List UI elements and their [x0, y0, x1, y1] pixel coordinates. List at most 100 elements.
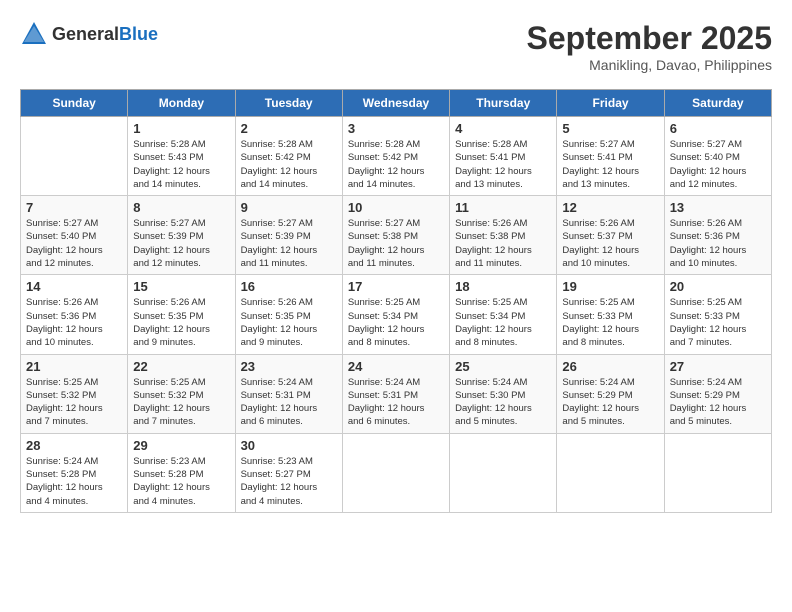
- logo: GeneralBlue: [20, 20, 158, 48]
- day-number: 12: [562, 200, 658, 215]
- day-info: Sunrise: 5:26 AM Sunset: 5:37 PM Dayligh…: [562, 217, 658, 270]
- day-info: Sunrise: 5:25 AM Sunset: 5:34 PM Dayligh…: [348, 296, 444, 349]
- day-info: Sunrise: 5:25 AM Sunset: 5:32 PM Dayligh…: [133, 376, 229, 429]
- day-number: 20: [670, 279, 766, 294]
- day-cell: 7 Sunrise: 5:27 AM Sunset: 5:40 PM Daylig…: [21, 196, 128, 275]
- day-number: 8: [133, 200, 229, 215]
- day-number: 5: [562, 121, 658, 136]
- day-number: 30: [241, 438, 337, 453]
- day-info: Sunrise: 5:28 AM Sunset: 5:41 PM Dayligh…: [455, 138, 551, 191]
- week-row-3: 14Sunrise: 5:26 AM Sunset: 5:36 PM Dayli…: [21, 275, 772, 354]
- header-cell-sunday: Sunday: [21, 90, 128, 117]
- day-cell: 1 Sunrise: 5:28 AM Sunset: 5:43 PM Daylig…: [128, 117, 235, 196]
- day-cell: 29 Sunrise: 5:23 AM Sunset: 5:28 PM Dayli…: [128, 433, 235, 512]
- day-info: Sunrise: 5:26 AM Sunset: 5:35 PM Dayligh…: [241, 296, 337, 349]
- day-info: Sunrise: 5:27 AM Sunset: 5:38 PM Dayligh…: [348, 217, 444, 270]
- day-number: 29: [133, 438, 229, 453]
- day-cell: 17 Sunrise: 5:25 AM Sunset: 5:34 PM Dayli…: [342, 275, 449, 354]
- day-number: 1: [133, 121, 229, 136]
- day-cell: 16 Sunrise: 5:26 AM Sunset: 5:35 PM Dayli…: [235, 275, 342, 354]
- week-row-5: 28Sunrise: 5:24 AM Sunset: 5:28 PM Dayli…: [21, 433, 772, 512]
- page-header: GeneralBlue September 2025 Manikling, Da…: [20, 20, 772, 73]
- month-year-title: September 2025: [527, 20, 772, 57]
- day-number: 28: [26, 438, 122, 453]
- location-subtitle: Manikling, Davao, Philippines: [527, 57, 772, 73]
- logo-text-general: General: [52, 24, 119, 44]
- week-row-2: 7 Sunrise: 5:27 AM Sunset: 5:40 PM Daylig…: [21, 196, 772, 275]
- logo-text-blue: Blue: [119, 24, 158, 44]
- day-cell: 5 Sunrise: 5:27 AM Sunset: 5:41 PM Daylig…: [557, 117, 664, 196]
- day-number: 23: [241, 359, 337, 374]
- day-number: 4: [455, 121, 551, 136]
- day-info: Sunrise: 5:27 AM Sunset: 5:40 PM Dayligh…: [26, 217, 122, 270]
- day-number: 3: [348, 121, 444, 136]
- calendar-header: SundayMondayTuesdayWednesdayThursdayFrid…: [21, 90, 772, 117]
- day-info: Sunrise: 5:26 AM Sunset: 5:36 PM Dayligh…: [670, 217, 766, 270]
- day-info: Sunrise: 5:24 AM Sunset: 5:31 PM Dayligh…: [241, 376, 337, 429]
- day-cell: 20 Sunrise: 5:25 AM Sunset: 5:33 PM Dayli…: [664, 275, 771, 354]
- day-info: Sunrise: 5:27 AM Sunset: 5:39 PM Dayligh…: [241, 217, 337, 270]
- day-info: Sunrise: 5:25 AM Sunset: 5:33 PM Dayligh…: [670, 296, 766, 349]
- day-cell: [557, 433, 664, 512]
- day-cell: [21, 117, 128, 196]
- day-number: 13: [670, 200, 766, 215]
- day-number: 16: [241, 279, 337, 294]
- header-cell-friday: Friday: [557, 90, 664, 117]
- day-number: 26: [562, 359, 658, 374]
- day-info: Sunrise: 5:25 AM Sunset: 5:32 PM Dayligh…: [26, 376, 122, 429]
- day-cell: 11Sunrise: 5:26 AM Sunset: 5:38 PM Dayli…: [450, 196, 557, 275]
- day-cell: 13 Sunrise: 5:26 AM Sunset: 5:36 PM Dayli…: [664, 196, 771, 275]
- day-info: Sunrise: 5:25 AM Sunset: 5:34 PM Dayligh…: [455, 296, 551, 349]
- day-cell: 6 Sunrise: 5:27 AM Sunset: 5:40 PM Daylig…: [664, 117, 771, 196]
- day-cell: 15Sunrise: 5:26 AM Sunset: 5:35 PM Dayli…: [128, 275, 235, 354]
- day-info: Sunrise: 5:24 AM Sunset: 5:29 PM Dayligh…: [562, 376, 658, 429]
- logo-icon: [20, 20, 48, 48]
- day-number: 17: [348, 279, 444, 294]
- day-cell: [450, 433, 557, 512]
- day-info: Sunrise: 5:23 AM Sunset: 5:27 PM Dayligh…: [241, 455, 337, 508]
- day-info: Sunrise: 5:28 AM Sunset: 5:43 PM Dayligh…: [133, 138, 229, 191]
- day-number: 18: [455, 279, 551, 294]
- day-cell: 14Sunrise: 5:26 AM Sunset: 5:36 PM Dayli…: [21, 275, 128, 354]
- header-cell-saturday: Saturday: [664, 90, 771, 117]
- day-info: Sunrise: 5:25 AM Sunset: 5:33 PM Dayligh…: [562, 296, 658, 349]
- day-cell: 24 Sunrise: 5:24 AM Sunset: 5:31 PM Dayli…: [342, 354, 449, 433]
- day-number: 22: [133, 359, 229, 374]
- calendar-table: SundayMondayTuesdayWednesdayThursdayFrid…: [20, 89, 772, 513]
- day-cell: 18 Sunrise: 5:25 AM Sunset: 5:34 PM Dayli…: [450, 275, 557, 354]
- day-number: 7: [26, 200, 122, 215]
- day-number: 11: [455, 200, 551, 215]
- logo-wordmark: GeneralBlue: [52, 24, 158, 45]
- header-cell-monday: Monday: [128, 90, 235, 117]
- day-cell: 9 Sunrise: 5:27 AM Sunset: 5:39 PM Daylig…: [235, 196, 342, 275]
- calendar-body: 1 Sunrise: 5:28 AM Sunset: 5:43 PM Daylig…: [21, 117, 772, 513]
- header-cell-tuesday: Tuesday: [235, 90, 342, 117]
- day-info: Sunrise: 5:24 AM Sunset: 5:31 PM Dayligh…: [348, 376, 444, 429]
- day-info: Sunrise: 5:27 AM Sunset: 5:41 PM Dayligh…: [562, 138, 658, 191]
- day-number: 6: [670, 121, 766, 136]
- header-row: SundayMondayTuesdayWednesdayThursdayFrid…: [21, 90, 772, 117]
- day-info: Sunrise: 5:27 AM Sunset: 5:40 PM Dayligh…: [670, 138, 766, 191]
- day-cell: 25Sunrise: 5:24 AM Sunset: 5:30 PM Dayli…: [450, 354, 557, 433]
- day-cell: [664, 433, 771, 512]
- day-cell: 2 Sunrise: 5:28 AM Sunset: 5:42 PM Daylig…: [235, 117, 342, 196]
- header-cell-thursday: Thursday: [450, 90, 557, 117]
- day-info: Sunrise: 5:26 AM Sunset: 5:36 PM Dayligh…: [26, 296, 122, 349]
- day-cell: 10Sunrise: 5:27 AM Sunset: 5:38 PM Dayli…: [342, 196, 449, 275]
- day-number: 24: [348, 359, 444, 374]
- day-cell: 30 Sunrise: 5:23 AM Sunset: 5:27 PM Dayli…: [235, 433, 342, 512]
- day-info: Sunrise: 5:28 AM Sunset: 5:42 PM Dayligh…: [348, 138, 444, 191]
- day-number: 27: [670, 359, 766, 374]
- day-number: 2: [241, 121, 337, 136]
- day-info: Sunrise: 5:24 AM Sunset: 5:29 PM Dayligh…: [670, 376, 766, 429]
- day-info: Sunrise: 5:28 AM Sunset: 5:42 PM Dayligh…: [241, 138, 337, 191]
- week-row-4: 21 Sunrise: 5:25 AM Sunset: 5:32 PM Dayli…: [21, 354, 772, 433]
- day-number: 15: [133, 279, 229, 294]
- day-cell: 3 Sunrise: 5:28 AM Sunset: 5:42 PM Daylig…: [342, 117, 449, 196]
- day-info: Sunrise: 5:24 AM Sunset: 5:30 PM Dayligh…: [455, 376, 551, 429]
- day-number: 21: [26, 359, 122, 374]
- header-cell-wednesday: Wednesday: [342, 90, 449, 117]
- day-cell: [342, 433, 449, 512]
- day-info: Sunrise: 5:23 AM Sunset: 5:28 PM Dayligh…: [133, 455, 229, 508]
- day-number: 9: [241, 200, 337, 215]
